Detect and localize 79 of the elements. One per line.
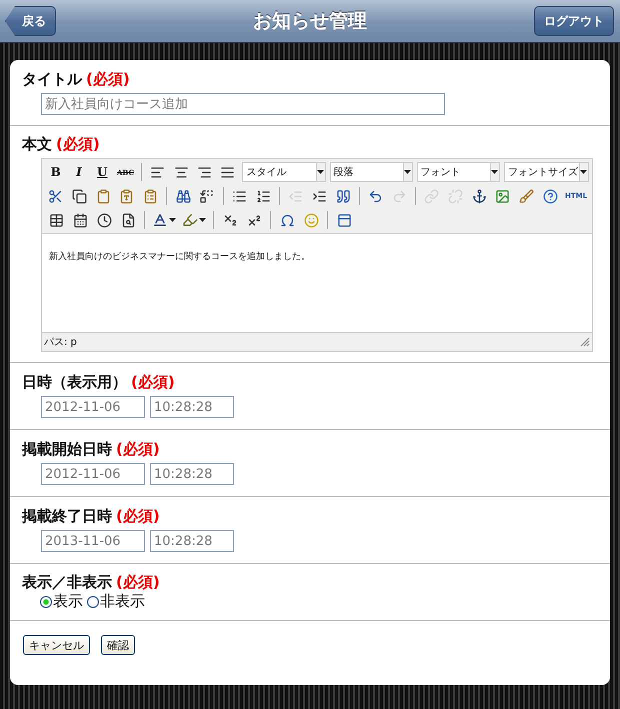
page-title: お知らせ管理 <box>253 9 367 34</box>
caret-icon <box>169 218 176 222</box>
editor-text: 新入社員向けのビジネスマナーに関するコースを追加しました。 <box>49 252 310 262</box>
window-icon <box>336 212 352 228</box>
resize-grip-icon <box>580 337 590 347</box>
align-center-icon <box>174 164 189 180</box>
brush-icon <box>519 188 534 204</box>
radio-option[interactable]: 非表示 <box>87 592 145 611</box>
smiley-icon <box>304 212 318 228</box>
binoculars-icon <box>176 188 191 204</box>
subscript-icon <box>222 212 238 228</box>
caret-icon <box>491 170 498 174</box>
clock-icon <box>96 212 112 228</box>
required-mark: (必須) <box>116 573 160 592</box>
preview-icon <box>120 212 136 228</box>
required-mark: (必須) <box>56 135 100 154</box>
omega-icon <box>280 212 294 228</box>
radio-option[interactable]: 表示 <box>40 592 83 611</box>
toolbar-dropdown[interactable]: フォントサイズ <box>504 162 589 182</box>
date-input[interactable]: 2013-11-06 <box>41 530 145 552</box>
redo-icon <box>392 188 407 204</box>
confirm-button[interactable]: 確認 <box>101 635 135 655</box>
replace-icon <box>199 188 214 204</box>
field-label: 掲載開始日時 <box>22 440 112 459</box>
outdent-icon <box>288 188 304 204</box>
field-label: 表示／非表示 <box>22 573 112 592</box>
date-input[interactable]: 2012-11-06 <box>41 463 145 485</box>
align-left-icon <box>150 164 166 180</box>
align-justify-icon <box>220 164 236 180</box>
highlight-icon <box>182 212 198 228</box>
required-mark: (必須) <box>116 507 160 526</box>
italic-button[interactable]: I <box>69 162 89 182</box>
time-input[interactable]: 10:28:28 <box>150 396 234 418</box>
unlink-icon <box>448 188 464 204</box>
image-icon <box>495 188 510 204</box>
help-icon <box>542 188 558 204</box>
copy-icon <box>72 188 87 204</box>
link-icon <box>424 188 440 204</box>
field-label: 掲載終了日時 <box>22 507 112 526</box>
caret-icon <box>317 170 324 174</box>
anchor-icon <box>472 188 487 204</box>
toolbar-dropdown[interactable]: スタイル <box>242 162 326 182</box>
scissors-icon <box>48 188 64 204</box>
element-path: パス: p <box>44 336 77 349</box>
underline-button[interactable]: U <box>92 162 112 182</box>
bullet-list-icon <box>232 188 247 204</box>
field-label: 本文 <box>22 135 52 154</box>
radio-button[interactable] <box>87 596 99 608</box>
quote-icon <box>336 188 350 204</box>
radio-button[interactable] <box>40 596 52 608</box>
required-mark: (必須) <box>131 373 175 392</box>
title-input[interactable]: 新入社員向けコース追加 <box>41 93 445 115</box>
bold-button[interactable]: B <box>46 162 66 182</box>
caret-icon <box>580 170 588 174</box>
undo-icon <box>368 188 384 204</box>
time-input[interactable]: 10:28:28 <box>150 463 234 485</box>
field-label: タイトル <box>22 70 82 89</box>
time-input[interactable]: 10:28:28 <box>150 530 234 552</box>
date-input[interactable]: 2012-11-06 <box>41 396 145 418</box>
toolbar-dropdown[interactable]: 段落 <box>330 162 413 182</box>
clipboard-list-icon <box>142 188 158 204</box>
back-button[interactable]: 戻る <box>5 6 56 36</box>
required-mark: (必須) <box>86 70 130 89</box>
logout-button[interactable]: ログアウト <box>534 6 614 36</box>
toolbar-dropdown[interactable]: フォント <box>416 162 500 182</box>
numbered-list-icon <box>256 188 271 204</box>
caret-icon <box>404 170 412 174</box>
superscript-icon <box>246 212 262 228</box>
clipboard-icon <box>96 188 111 204</box>
calendar-icon <box>72 212 88 228</box>
required-mark: (必須) <box>116 440 160 459</box>
clipboard-text-icon <box>119 188 134 204</box>
field-label: 日時（表示用） <box>22 373 127 392</box>
font-color-icon <box>152 212 168 228</box>
indent-icon <box>312 188 327 204</box>
caret-icon <box>199 218 206 222</box>
align-right-icon <box>196 164 212 180</box>
cancel-button[interactable]: キャンセル <box>23 635 90 655</box>
table-icon <box>48 212 64 228</box>
